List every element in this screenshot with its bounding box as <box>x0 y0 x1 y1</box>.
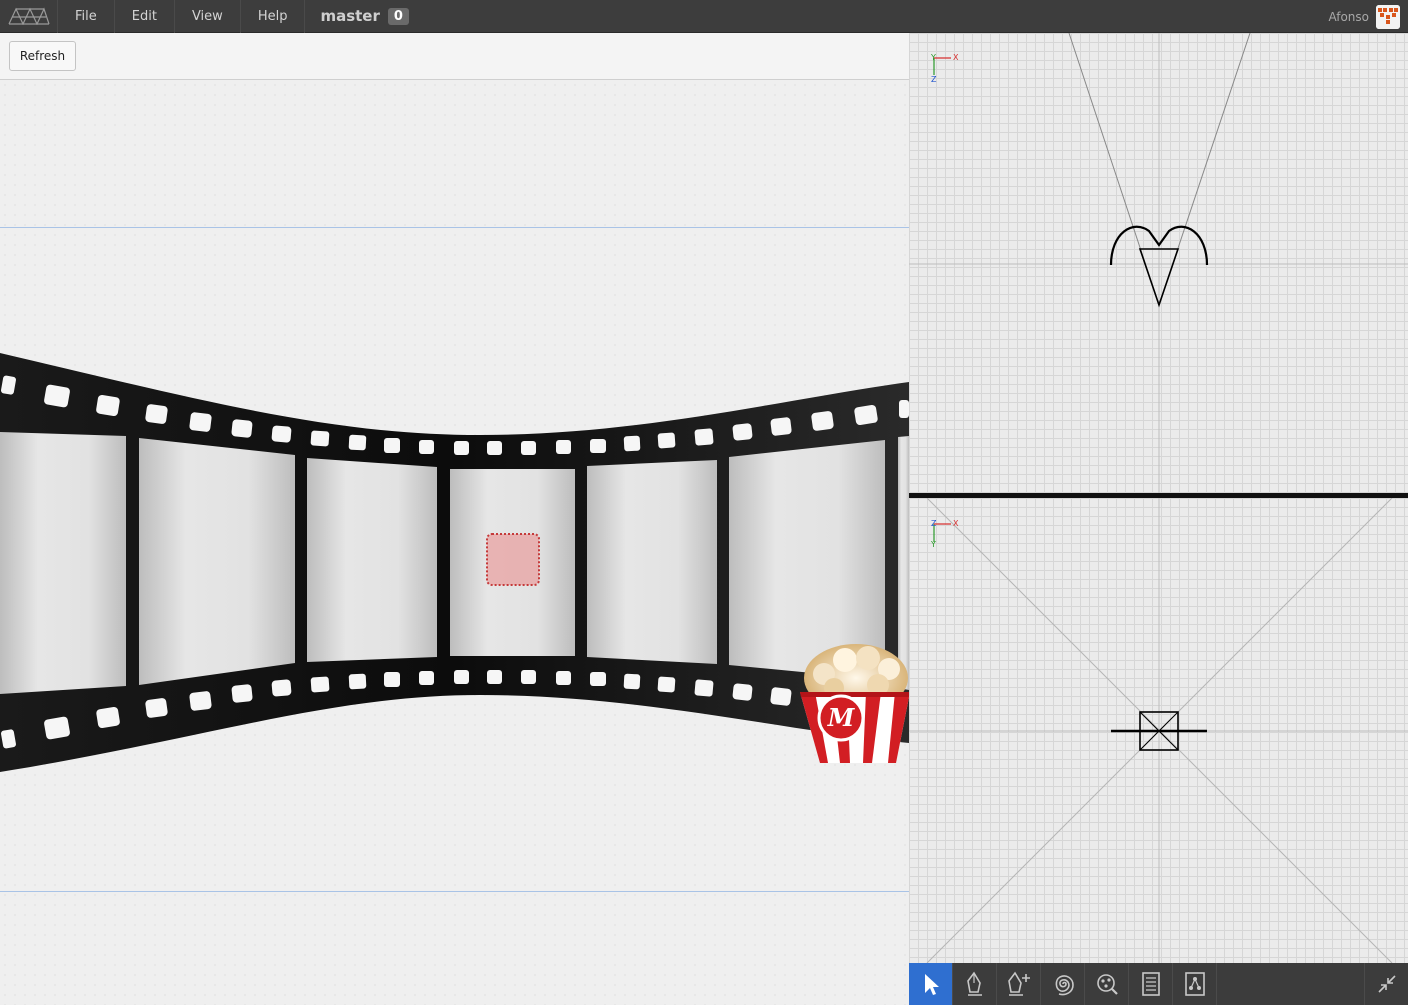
avatar <box>1376 4 1400 29</box>
hierarchy-tool-button[interactable] <box>1173 963 1217 1005</box>
menu-view[interactable]: View <box>175 0 241 33</box>
pen-icon <box>966 971 982 996</box>
viewport-top[interactable]: X Y Z <box>909 33 1408 493</box>
axis-label-z: Z <box>931 75 937 84</box>
menu-file[interactable]: File <box>58 0 115 33</box>
app-logo[interactable] <box>0 0 58 33</box>
collapse-panel-button[interactable] <box>1364 963 1408 1005</box>
collapse-icon <box>1377 975 1396 993</box>
network-tool-button[interactable] <box>1085 963 1129 1005</box>
document-icon <box>1141 972 1160 996</box>
viewport-front[interactable]: X Z Y <box>909 498 1408 963</box>
pointer-tool-button[interactable] <box>909 963 953 1005</box>
user-menu[interactable]: Afonso <box>1328 0 1408 33</box>
tool-bar <box>909 963 1408 1005</box>
logo-icon <box>7 7 50 25</box>
hierarchy-icon <box>1184 972 1205 996</box>
viewport-pane: X Y Z X Z Y <box>909 33 1408 1005</box>
axis-label-y: Y <box>931 53 936 62</box>
axis-label-x: X <box>953 53 959 62</box>
menu-bar: File Edit View Help master 0 Afonso <box>0 0 1408 33</box>
menu-edit[interactable]: Edit <box>115 0 175 33</box>
spiral-tool-button[interactable] <box>1041 963 1085 1005</box>
axis-label-y: Y <box>931 540 936 549</box>
user-name: Afonso <box>1328 9 1369 24</box>
refresh-button[interactable]: Refresh <box>9 41 76 71</box>
pen-add-tool-button[interactable] <box>997 963 1041 1005</box>
menu-help[interactable]: Help <box>241 0 306 33</box>
avatar-icon <box>1376 4 1400 29</box>
pen-tool-button[interactable] <box>953 963 997 1005</box>
axis-label-x: X <box>953 519 959 528</box>
selected-node <box>486 533 540 586</box>
canvas[interactable]: M <box>0 80 909 1005</box>
popcorn-icon: M <box>800 644 909 763</box>
svg-text:M: M <box>827 703 856 732</box>
axis-label-z: Z <box>931 519 937 528</box>
spiral-icon <box>1055 975 1074 996</box>
canvas-pane: Refresh M <box>0 33 909 1005</box>
branch-name: master <box>320 7 380 25</box>
pointer-icon <box>924 974 939 995</box>
canvas-toolbar: Refresh <box>0 33 909 80</box>
film-strip-artwork: M <box>0 353 909 772</box>
document-tool-button[interactable] <box>1129 963 1173 1005</box>
network-icon <box>1096 974 1118 995</box>
pen-add-icon <box>1007 971 1030 996</box>
branch-indicator[interactable]: master 0 <box>305 0 409 33</box>
branch-count-badge: 0 <box>387 7 409 25</box>
